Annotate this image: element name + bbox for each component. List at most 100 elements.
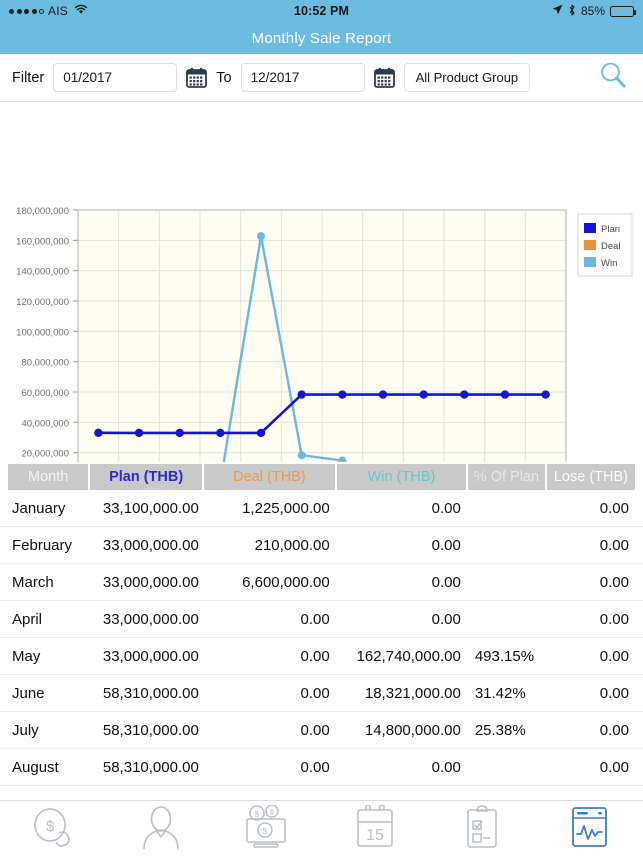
chart-legend-swatch [584,240,596,250]
chart-point-plan [297,390,306,399]
svg-text:15: 15 [366,827,384,844]
cell-lose: 0.00 [599,536,629,554]
table-header-win[interactable]: Win (THB) [336,464,467,490]
chart-point-plan [134,428,144,438]
table-header-row: Month Plan (THB) Deal (THB) Win (THB) % … [0,462,643,490]
tab-customer[interactable] [122,803,200,855]
cell-lose: 0.00 [599,499,629,517]
cell-plan: 58,310,000.00 [102,758,199,776]
date-to-value: 12/2017 [250,70,300,85]
cell-month: May [12,647,41,665]
table-header-deal[interactable]: Deal (THB) [203,464,335,490]
cell-month: February [12,536,73,554]
cell-pct: 31.42% [474,684,526,702]
cell-month: April [12,610,43,628]
cell-plan: 33,000,000.00 [102,536,199,554]
bluetooth-icon [568,3,576,19]
chart-legend-label: Deal [601,241,621,252]
page-title: Monthly Sale Report [251,29,392,47]
table-row[interactable]: July 58,310,000.00 0.00 14,800,000.00 25.38%… [0,712,643,749]
table-row[interactable]: May 33,000,000.00 0.00 162,740,000.00 493.15… [0,638,643,675]
cell-deal: 0.00 [300,684,330,702]
search-button[interactable] [595,60,631,96]
calendar-to-icon[interactable] [373,67,395,89]
table-body: January 33,100,000.00 1,225,000.00 0.00 0.00… [0,490,643,786]
chart-canvas: 020,000,00040,000,00060,000,00080,000,00… [16,206,633,462]
cell-deal: 0.00 [300,610,330,628]
chart-legend-swatch [584,223,596,233]
chart-legend-label: Win [601,258,617,269]
table-row[interactable]: June 58,310,000.00 0.00 18,321,000.00 31.42%… [0,675,643,712]
cell-lose: 0.00 [599,573,629,591]
cell-month: March [12,573,54,591]
date-from-input[interactable]: 01/2017 [53,63,178,92]
clipboard-task-icon [460,804,504,854]
table-row[interactable]: August 58,310,000.00 0.00 0.00 0.00 [0,749,643,786]
report-chart-icon [565,805,613,854]
monthly-sale-chart: 020,000,00040,000,00060,000,00080,000,00… [0,102,643,462]
chart-ytick-label: 60,000,000 [21,388,69,399]
status-bar: AIS 10:52 PM 85% [0,0,643,22]
chart-ytick-label: 80,000,000 [21,358,69,369]
product-group-selector[interactable]: All Product Group [403,63,531,92]
cell-month: August [12,758,59,776]
chart-point-plan [419,390,428,399]
chart-point-plan [216,428,225,438]
cell-plan: 33,000,000.00 [102,610,199,628]
chart-point-plan [256,428,266,438]
table-row[interactable]: March 33,000,000.00 6,600,000.00 0.00 0.00 [0,564,643,601]
cell-pct: 25.38% [474,721,526,739]
app-screen: AIS 10:52 PM 85% Monthly Sale Report Fil… [0,0,643,857]
chart-point-plan [541,390,550,399]
cell-lose: 0.00 [599,610,629,628]
tab-tasks[interactable] [443,803,521,855]
table-row[interactable]: April 33,000,000.00 0.00 0.00 0.00 [0,601,643,638]
tab-sale[interactable]: $ [15,803,93,855]
calendar-from-icon[interactable] [186,67,208,89]
chart-point-plan [94,428,103,437]
status-bar-clock: 10:52 PM [294,4,349,18]
cell-win: 0.00 [431,758,461,776]
cell-lose: 0.00 [599,758,629,776]
cell-deal: 210,000.00 [254,536,330,554]
tab-report[interactable] [550,803,628,855]
table-row[interactable]: February 33,000,000.00 210,000.00 0.00 0.00 [0,527,643,564]
customer-person-icon [137,805,185,854]
cell-win: 162,740,000.00 [356,647,461,665]
tab-monitor-sales[interactable]: $ $ $ [229,803,307,855]
cell-win: 0.00 [431,610,461,628]
chart-point-win [297,451,306,460]
cell-deal: 0.00 [300,721,330,739]
status-bar-right: 85% [552,3,636,19]
filter-bar: Filter 01/2017 To 12/2017 All Product Gr… [0,54,643,102]
cell-lose: 0.00 [599,721,629,739]
filter-label: Filter [12,69,45,86]
cell-win: 18,321,000.00 [364,684,461,702]
date-from-value: 01/2017 [63,70,113,85]
table-header-percent-of-plan[interactable]: % Of Plan [468,464,545,490]
cell-win: 0.00 [431,536,461,554]
cell-deal: 0.00 [300,647,330,665]
monitor-money-icon: $ $ $ [240,803,296,854]
chart-point-plan [460,390,469,399]
cell-deal: 0.00 [300,758,330,776]
tab-calendar[interactable]: 15 [336,803,414,855]
table-header-plan[interactable]: Plan (THB) [90,464,202,490]
calendar-15-icon: 15 [351,803,399,854]
svg-text:$: $ [255,810,260,819]
cell-month: June [12,684,45,702]
svg-text:$: $ [270,809,274,816]
cell-plan: 33,000,000.00 [102,573,199,591]
search-icon [598,60,628,95]
chart-ytick-label: 180,000,000 [16,206,69,217]
to-label: To [216,69,232,86]
table-row[interactable]: January 33,100,000.00 1,225,000.00 0.00 0.00 [0,490,643,527]
cell-plan: 33,000,000.00 [102,647,199,665]
chart-ytick-label: 20,000,000 [21,449,69,460]
table-header-lose[interactable]: Lose (THB) [546,464,635,490]
chart-ytick-label: 120,000,000 [16,297,69,308]
cell-month: January [12,499,66,517]
battery-percent-label: 85% [580,4,605,18]
date-to-input[interactable]: 12/2017 [240,63,365,92]
table-header-month[interactable]: Month [8,464,89,490]
